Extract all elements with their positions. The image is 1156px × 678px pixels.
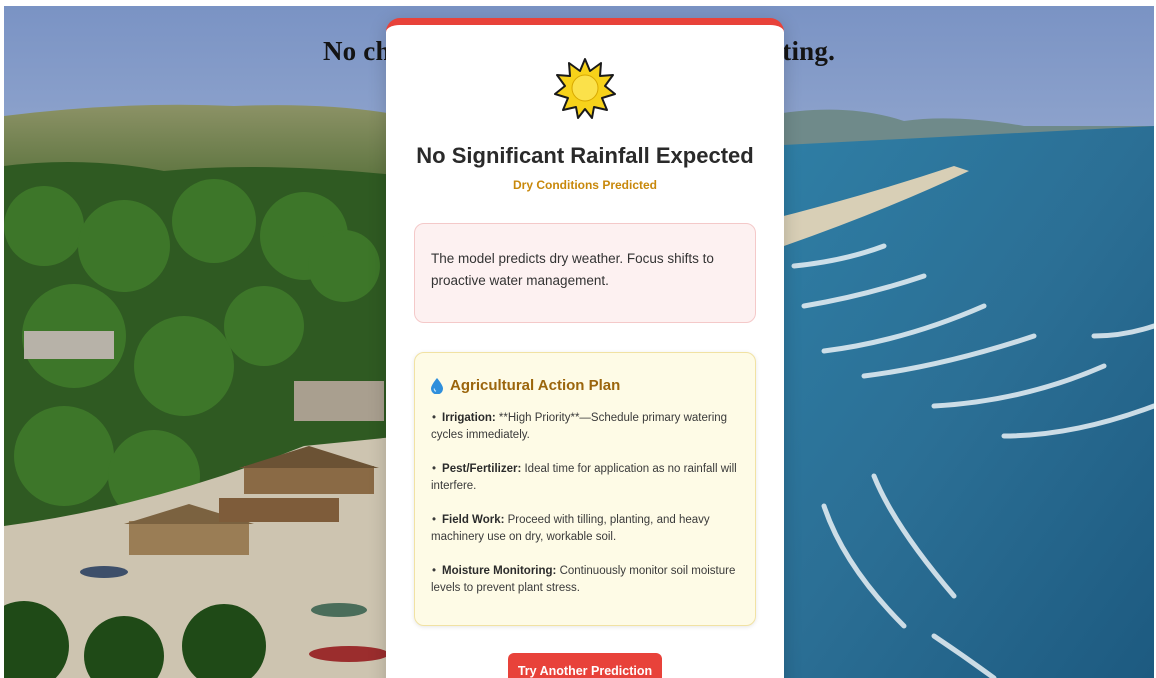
plan-item-field-work: • Field Work: Proceed with tilling, plant…: [431, 512, 739, 546]
prediction-summary-box: The model predicts dry weather. Focus sh…: [414, 223, 756, 323]
action-plan-header: Agricultural Action Plan: [431, 377, 739, 394]
plan-item-label: Field Work:: [442, 514, 505, 526]
prediction-result-card: No Significant Rainfall Expected Dry Con…: [386, 18, 784, 678]
sun-icon: [554, 58, 616, 119]
prediction-summary-text: The model predicts dry weather. Focus sh…: [431, 251, 714, 288]
bullet-icon: •: [432, 412, 437, 424]
card-subtitle: Dry Conditions Predicted: [512, 178, 658, 192]
plan-item-moisture-monitoring: • Moisture Monitoring: Continuously monit…: [431, 563, 739, 597]
card-title: No Significant Rainfall Expected: [416, 143, 754, 168]
plan-item-pest-fertilizer: • Pest/Fertilizer: Ideal time for applica…: [431, 461, 739, 495]
bullet-icon: •: [432, 463, 437, 475]
plan-item-label: Irrigation:: [442, 412, 496, 424]
action-plan-list: • Irrigation: **High Priority**—Schedule …: [431, 410, 739, 597]
plan-item-label: Pest/Fertilizer:: [442, 463, 522, 475]
plan-item-irrigation: • Irrigation: **High Priority**—Schedule …: [431, 410, 739, 444]
action-plan-title: Agricultural Action Plan: [450, 377, 621, 394]
action-plan-box: Agricultural Action Plan • Irrigation: **…: [414, 352, 756, 626]
water-drop-icon: [431, 377, 443, 394]
plan-item-label: Moisture Monitoring:: [442, 565, 557, 577]
try-another-prediction-button[interactable]: Try Another Prediction: [508, 653, 662, 678]
bullet-icon: •: [432, 514, 437, 526]
bullet-icon: •: [432, 565, 437, 577]
